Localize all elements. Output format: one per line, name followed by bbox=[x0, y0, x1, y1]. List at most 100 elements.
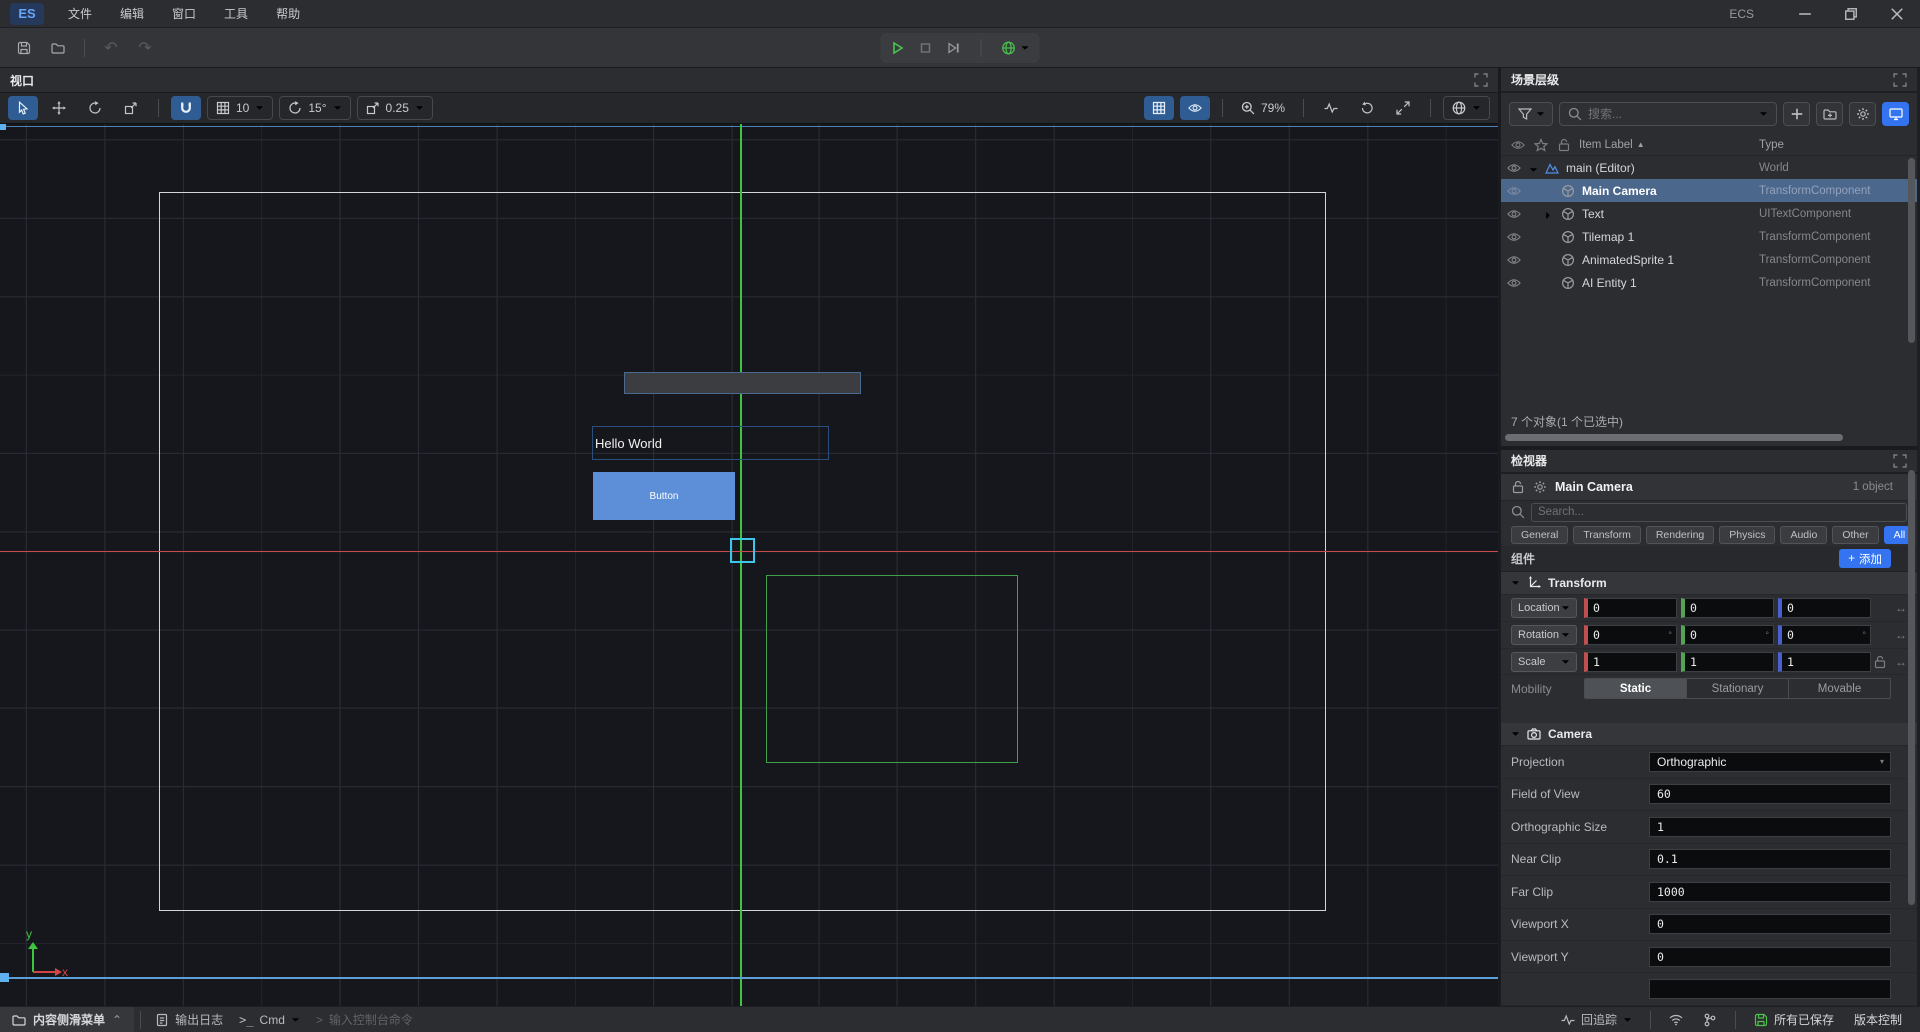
reset-view-button[interactable] bbox=[1352, 96, 1382, 120]
expand-panel-icon[interactable] bbox=[1474, 73, 1488, 87]
rotate-tool[interactable] bbox=[80, 96, 110, 120]
trace-dropdown[interactable]: 回追踪 bbox=[1553, 1011, 1640, 1028]
filter-dropdown[interactable] bbox=[1509, 102, 1553, 126]
tree-row-main[interactable]: main (Editor) World bbox=[1501, 156, 1917, 179]
view-mode-button[interactable] bbox=[1882, 102, 1909, 126]
eye-icon[interactable] bbox=[1507, 276, 1529, 290]
tree-row-text[interactable]: Text UITextComponent bbox=[1501, 202, 1917, 225]
eye-icon[interactable] bbox=[1507, 253, 1529, 267]
undo-button[interactable]: ↶ bbox=[97, 35, 125, 61]
fit-view-button[interactable] bbox=[1388, 96, 1418, 120]
cmd-dropdown[interactable]: >_ Cmd bbox=[231, 1013, 308, 1027]
tab-general[interactable]: General bbox=[1511, 526, 1568, 544]
redo-button[interactable]: ↷ bbox=[131, 35, 159, 61]
tree-row-animatedsprite[interactable]: AnimatedSprite 1 TransformComponent bbox=[1501, 248, 1917, 271]
close-button[interactable] bbox=[1874, 0, 1920, 28]
play-button[interactable] bbox=[891, 41, 905, 55]
grid-visibility-toggle[interactable] bbox=[1144, 96, 1174, 120]
mobility-movable[interactable]: Movable bbox=[1789, 679, 1890, 698]
add-component-button[interactable]: +添加 bbox=[1839, 549, 1891, 568]
guide-handle[interactable] bbox=[0, 124, 6, 130]
scene-canvas[interactable]: Hello World Button y x bbox=[0, 124, 1498, 1006]
minimize-button[interactable] bbox=[1782, 0, 1828, 28]
link-axes-icon[interactable]: ↔ bbox=[1895, 601, 1907, 615]
chevron-right-icon[interactable] bbox=[1545, 208, 1561, 220]
open-folder-button[interactable] bbox=[44, 35, 72, 61]
expand-panel-icon[interactable] bbox=[1893, 73, 1907, 87]
tab-physics[interactable]: Physics bbox=[1719, 526, 1775, 544]
menu-file[interactable]: 文件 bbox=[54, 0, 106, 28]
vertical-scrollbar[interactable] bbox=[1908, 158, 1915, 413]
output-log-button[interactable]: 输出日志 bbox=[147, 1011, 231, 1028]
inspector-scrollbar[interactable] bbox=[1908, 470, 1915, 990]
selection-box[interactable] bbox=[730, 538, 755, 563]
gear-icon[interactable] bbox=[1533, 480, 1547, 494]
hierarchy-settings-button[interactable] bbox=[1849, 102, 1876, 126]
source-control-icon[interactable] bbox=[1695, 1013, 1725, 1027]
network-status-icon[interactable] bbox=[1661, 1013, 1691, 1027]
camera-section-header[interactable]: Camera bbox=[1501, 723, 1917, 746]
eye-icon[interactable] bbox=[1507, 161, 1529, 175]
snap-toggle[interactable] bbox=[171, 96, 201, 120]
text-entity[interactable]: Hello World bbox=[592, 426, 829, 460]
column-item-label[interactable]: Item Label bbox=[1579, 139, 1633, 151]
guide-handle[interactable] bbox=[0, 973, 9, 982]
tree-row-tilemap[interactable]: Tilemap 1 TransformComponent bbox=[1501, 225, 1917, 248]
tilemap-bounds-rect[interactable] bbox=[766, 575, 1018, 763]
app-logo[interactable]: ES bbox=[10, 3, 44, 25]
tab-audio[interactable]: Audio bbox=[1780, 526, 1827, 544]
tree-row-ai-entity[interactable]: AI Entity 1 TransformComponent bbox=[1501, 271, 1917, 294]
eye-icon[interactable] bbox=[1507, 230, 1529, 244]
step-button[interactable] bbox=[947, 41, 961, 55]
menu-tools[interactable]: 工具 bbox=[210, 0, 262, 28]
world-dropdown[interactable] bbox=[1443, 96, 1490, 120]
zoom-level[interactable]: 79% bbox=[1235, 101, 1291, 115]
transform-section-header[interactable]: Transform bbox=[1501, 572, 1917, 595]
add-folder-button[interactable] bbox=[1816, 102, 1843, 126]
console-input[interactable]: > 输入控制台命令 bbox=[308, 1011, 421, 1028]
add-entity-button[interactable] bbox=[1783, 102, 1810, 126]
save-status[interactable]: 所有已保存 bbox=[1746, 1011, 1842, 1028]
select-tool[interactable] bbox=[8, 96, 38, 120]
link-axes-icon[interactable]: ↔ bbox=[1895, 628, 1907, 642]
lock-icon[interactable] bbox=[1511, 480, 1525, 494]
menu-help[interactable]: 帮助 bbox=[262, 0, 314, 28]
scale-tool[interactable] bbox=[116, 96, 146, 120]
tree-row-main-camera[interactable]: Main Camera TransformComponent bbox=[1501, 179, 1917, 202]
tab-other[interactable]: Other bbox=[1832, 526, 1878, 544]
eye-icon[interactable] bbox=[1507, 184, 1529, 198]
stats-toggle[interactable] bbox=[1316, 96, 1346, 120]
eye-icon[interactable] bbox=[1507, 207, 1529, 221]
lock-scale-icon[interactable] bbox=[1873, 655, 1887, 669]
maximize-button[interactable] bbox=[1828, 0, 1874, 28]
horizontal-scrollbar[interactable] bbox=[1503, 434, 1915, 442]
scale-dropdown[interactable]: Scale bbox=[1511, 652, 1577, 672]
move-tool[interactable] bbox=[44, 96, 74, 120]
tab-transform[interactable]: Transform bbox=[1573, 526, 1640, 544]
column-type[interactable]: Type bbox=[1759, 139, 1784, 151]
menu-edit[interactable]: 编辑 bbox=[106, 0, 158, 28]
hierarchy-search[interactable] bbox=[1559, 102, 1777, 126]
inspector-search-input[interactable] bbox=[1538, 506, 1900, 518]
button-entity[interactable]: Button bbox=[593, 472, 735, 520]
stop-button[interactable] bbox=[919, 41, 933, 55]
gizmo-visibility-toggle[interactable] bbox=[1180, 96, 1210, 120]
run-target-dropdown[interactable] bbox=[1002, 41, 1030, 55]
tab-rendering[interactable]: Rendering bbox=[1646, 526, 1714, 544]
projection-select[interactable]: Orthographic ▾ bbox=[1649, 752, 1891, 772]
save-button[interactable] bbox=[10, 35, 38, 61]
rotation-snap-dropdown[interactable]: 15° bbox=[279, 96, 350, 120]
chevron-down-icon[interactable] bbox=[1529, 162, 1545, 173]
grid-size-dropdown[interactable]: 10 bbox=[207, 96, 273, 120]
menu-window[interactable]: 窗口 bbox=[158, 0, 210, 28]
location-dropdown[interactable]: Location bbox=[1511, 598, 1577, 618]
mobility-stationary[interactable]: Stationary bbox=[1687, 679, 1789, 698]
content-drawer-button[interactable]: 内容侧滑菜单 ⌃ bbox=[0, 1007, 134, 1032]
version-control-button[interactable]: 版本控制 bbox=[1846, 1011, 1910, 1028]
scale-snap-dropdown[interactable]: 0.25 bbox=[357, 96, 433, 120]
mobility-static[interactable]: Static bbox=[1585, 679, 1687, 698]
expand-panel-icon[interactable] bbox=[1893, 454, 1907, 468]
hierarchy-search-input[interactable] bbox=[1588, 107, 1753, 121]
panel-entity[interactable] bbox=[624, 372, 861, 394]
rotation-dropdown[interactable]: Rotation bbox=[1511, 625, 1577, 645]
